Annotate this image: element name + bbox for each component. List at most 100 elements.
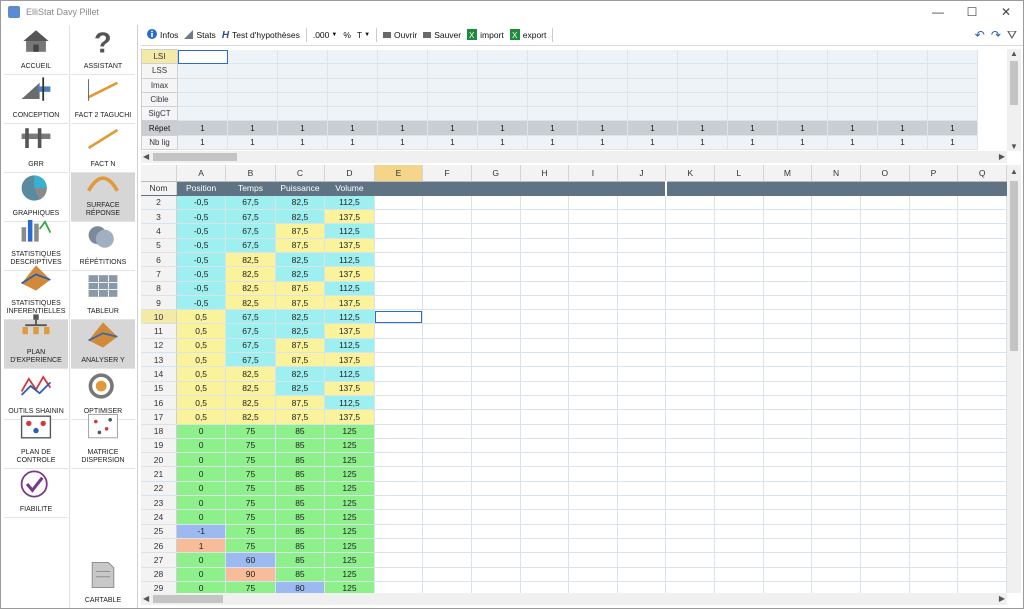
spec-cell[interactable] (177, 92, 228, 108)
grid-cell[interactable] (617, 281, 667, 296)
grid-cell[interactable] (617, 238, 667, 253)
grid-cell[interactable]: 125 (324, 481, 375, 497)
grid-cell[interactable]: -1 (176, 524, 227, 539)
grid-cell[interactable] (471, 438, 521, 454)
grid-cell[interactable] (909, 352, 959, 368)
row-header[interactable]: 15 (141, 381, 177, 396)
grid-cell[interactable]: 1 (176, 538, 227, 554)
grid-cell[interactable] (714, 452, 764, 468)
spec-cell[interactable] (527, 106, 578, 122)
column-header[interactable]: F (422, 165, 472, 182)
grid-cell[interactable] (763, 409, 813, 425)
grid-cell[interactable] (568, 323, 618, 339)
grid-cell[interactable] (957, 466, 1007, 482)
spec-cell[interactable] (277, 106, 328, 122)
grid-cell[interactable] (665, 295, 715, 311)
grid-cell[interactable] (957, 452, 1007, 468)
grid-cell[interactable]: 85 (275, 438, 326, 454)
grid-cell[interactable]: 125 (324, 509, 375, 525)
grid-cell[interactable] (374, 223, 424, 239)
grid-cell[interactable] (617, 438, 667, 454)
grid-cell[interactable] (714, 438, 764, 454)
spec-cell[interactable] (177, 49, 228, 65)
spec-cell[interactable]: 1 (777, 120, 828, 136)
grid-cell[interactable] (617, 552, 667, 568)
grid-cell[interactable] (665, 238, 715, 253)
grid-cell[interactable] (471, 581, 521, 593)
grid-cell[interactable]: 75 (225, 481, 276, 497)
spec-row-header[interactable]: Cible (141, 91, 178, 108)
grid-cell[interactable] (520, 509, 570, 525)
spec-cell[interactable] (577, 106, 628, 122)
grid-cell[interactable] (909, 395, 959, 411)
grid-cell[interactable] (957, 309, 1007, 325)
grid-cell[interactable] (568, 481, 618, 497)
grid-cell[interactable] (763, 295, 813, 311)
grid-cell[interactable]: 137,5 (324, 409, 375, 425)
grid-cell[interactable] (860, 195, 910, 211)
row-header[interactable]: 25 (141, 524, 177, 539)
variable-name-cell[interactable] (763, 181, 813, 196)
grid-cell[interactable] (811, 424, 861, 439)
grid-cell[interactable]: 82,5 (275, 195, 326, 211)
grid-cell[interactable]: 82,5 (275, 366, 326, 382)
grid-cell[interactable] (374, 352, 424, 368)
grid-cell[interactable] (811, 538, 861, 554)
grid-cell[interactable] (422, 424, 472, 439)
grid-cell[interactable] (568, 452, 618, 468)
save-button[interactable]: Sauver (423, 30, 461, 40)
spec-cell[interactable] (177, 78, 228, 93)
grid-cell[interactable] (471, 209, 521, 225)
grid-cell[interactable] (520, 438, 570, 454)
grid-cell[interactable] (568, 438, 618, 454)
grid-cell[interactable] (811, 524, 861, 539)
spec-cell[interactable]: 1 (727, 135, 778, 151)
grid-cell[interactable] (714, 338, 764, 354)
grid-cell[interactable] (374, 438, 424, 454)
grid-cell[interactable] (714, 409, 764, 425)
grid-cell[interactable] (471, 381, 521, 396)
grid-cell[interactable] (909, 552, 959, 568)
spec-cell[interactable]: 1 (177, 120, 228, 136)
spec-cell[interactable]: 1 (777, 135, 828, 151)
grid-cell[interactable] (520, 366, 570, 382)
spec-cell[interactable] (677, 49, 728, 65)
grid-cell[interactable]: 125 (324, 552, 375, 568)
grid-cell[interactable] (763, 424, 813, 439)
grid-cell[interactable]: 60 (225, 552, 276, 568)
grid-cell[interactable] (422, 338, 472, 354)
spec-cell[interactable] (277, 78, 328, 93)
nav-surface-r-ponse[interactable]: SURFACE RÉPONSE (71, 173, 135, 222)
spec-cell[interactable] (227, 63, 278, 79)
grid-cell[interactable] (909, 509, 959, 525)
spec-cell[interactable] (727, 106, 778, 122)
grid-cell[interactable]: 75 (225, 452, 276, 468)
grid-cell[interactable] (665, 266, 715, 282)
grid-cell[interactable] (714, 323, 764, 339)
text-format-dropdown[interactable]: T ▼ (357, 30, 370, 40)
grid-cell[interactable] (520, 395, 570, 411)
grid-cell[interactable] (811, 567, 861, 582)
spec-row-header[interactable]: Nb lig (141, 134, 178, 151)
variable-name-cell[interactable] (664, 181, 715, 196)
grid-cell[interactable] (763, 466, 813, 482)
variable-name-cell[interactable] (568, 181, 618, 196)
row-header[interactable]: 13 (141, 352, 177, 368)
grid-cell[interactable] (520, 424, 570, 439)
grid-cell[interactable] (957, 366, 1007, 382)
grid-cell[interactable] (568, 366, 618, 382)
spec-cell[interactable] (577, 63, 628, 79)
grid-cell[interactable] (374, 495, 424, 511)
grid-cell[interactable]: 0 (176, 424, 227, 439)
scroll-up-icon[interactable]: ▲ (1010, 167, 1018, 176)
spec-cell[interactable] (727, 92, 778, 108)
grid-cell[interactable] (763, 352, 813, 368)
variable-name-cell[interactable] (520, 181, 570, 196)
grid-cell[interactable]: 82,5 (225, 395, 276, 411)
nav-fact-2-taguchi[interactable]: FACT 2 TAGUCHI (71, 75, 135, 124)
spec-cell[interactable] (827, 106, 878, 122)
grid-cell[interactable]: 85 (275, 524, 326, 539)
grid-cell[interactable] (860, 366, 910, 382)
row-header[interactable]: Nom (141, 181, 177, 196)
column-header[interactable]: C (275, 165, 326, 182)
